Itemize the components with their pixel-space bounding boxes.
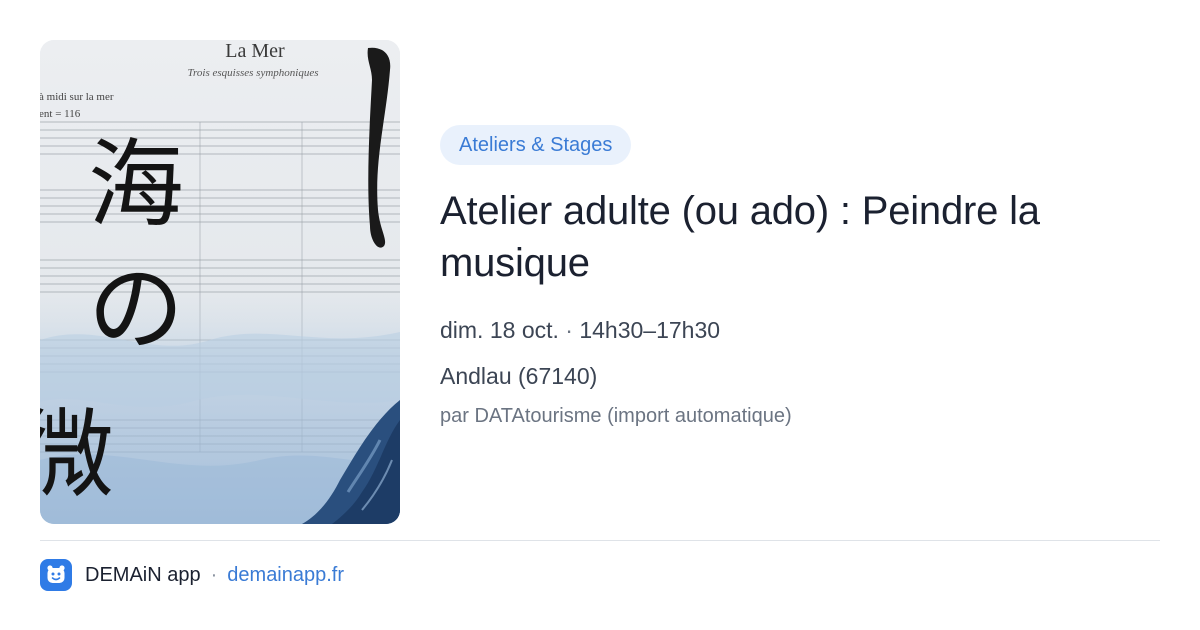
event-image[interactable]: La Mer Trois esquisses symphoniques à mi…: [40, 40, 400, 524]
footer: DEMAiN app · demainapp.fr: [40, 559, 344, 591]
event-time: 14h30–17h30: [579, 317, 721, 343]
app-domain-link[interactable]: demainapp.fr: [227, 564, 344, 587]
event-location: Andlau (67140): [440, 363, 598, 389]
footer-separator: ·: [210, 563, 218, 586]
event-datetime: dim. 18 oct. · 14h30–17h30: [440, 315, 1160, 345]
category-badge[interactable]: Ateliers & Stages: [440, 125, 632, 165]
event-date: dim. 18 oct.: [440, 317, 559, 343]
event-image-artwork: La Mer Trois esquisses symphoniques à mi…: [40, 40, 400, 524]
event-details: Ateliers & Stages Atelier adulte (ou ado…: [440, 125, 1160, 429]
datetime-separator: ·: [565, 317, 573, 343]
footer-divider: [40, 540, 1160, 541]
score-subtitle: Trois esquisses symphoniques: [188, 67, 319, 79]
score-movement: à midi sur la mer: [40, 91, 114, 103]
calligraphy-sea: 海: [88, 129, 184, 241]
score-title: La Mer: [225, 40, 285, 62]
calligraphy-no: の: [88, 253, 184, 365]
event-title[interactable]: Atelier adulte (ou ado) : Peindre la mus…: [440, 185, 1140, 289]
app-logo-icon: [40, 559, 72, 591]
score-tempo: ent = 116: [40, 108, 81, 120]
event-source: par DATAtourisme (import automatique): [440, 405, 792, 427]
calligraphy-micro: 微: [40, 399, 114, 511]
app-name: DEMAiN app: [85, 563, 201, 586]
